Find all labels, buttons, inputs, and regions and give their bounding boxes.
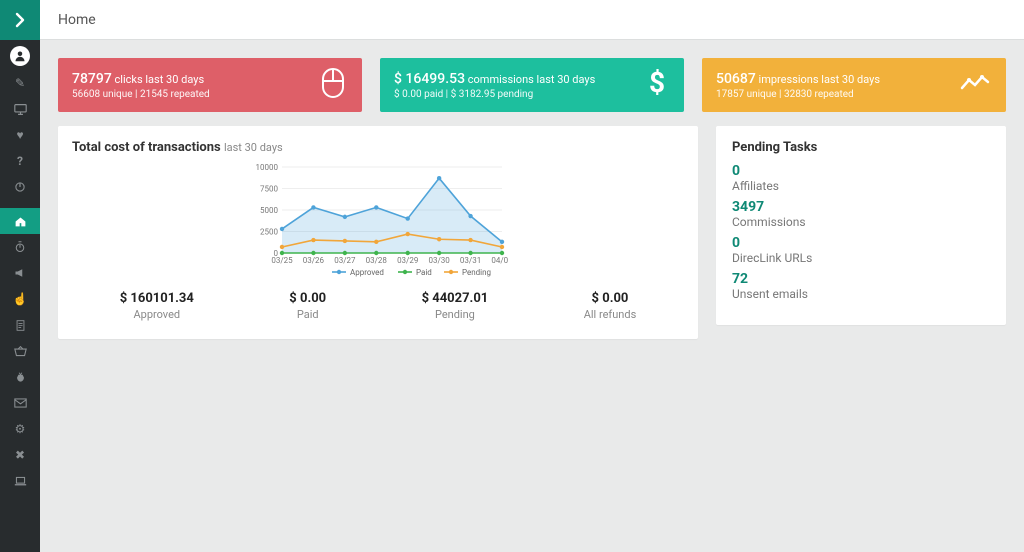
svg-text:03/30: 03/30 xyxy=(428,256,450,265)
bullhorn-icon xyxy=(14,267,26,279)
chart-area: 02500500075001000003/2503/2603/2703/2803… xyxy=(72,161,684,281)
total-refunds: $ 0.00 All refunds xyxy=(584,291,637,321)
chart-panel: Total cost of transactions last 30 days … xyxy=(58,126,698,339)
nav-moneybag[interactable] xyxy=(0,364,40,390)
transactions-chart: 02500500075001000003/2503/2603/2703/2803… xyxy=(248,161,508,281)
receipt-icon xyxy=(15,319,26,332)
nav-basket[interactable] xyxy=(0,338,40,364)
svg-text:03/29: 03/29 xyxy=(397,256,418,265)
svg-text:Approved: Approved xyxy=(350,268,384,277)
svg-text:Pending: Pending xyxy=(462,268,491,277)
moneybag-icon xyxy=(15,371,26,384)
panels-row: Total cost of transactions last 30 days … xyxy=(58,126,1006,339)
nav-tools[interactable]: ✖ xyxy=(0,442,40,468)
total-pending: $ 44027.01 Pending xyxy=(422,291,489,321)
task-affiliates[interactable]: 0 Affiliates xyxy=(732,163,990,193)
stat-impressions-line1: 50687 impressions last 30 days xyxy=(716,71,992,87)
stat-card-impressions[interactable]: 50687 impressions last 30 days 17857 uni… xyxy=(702,58,1006,112)
svg-text:03/31: 03/31 xyxy=(460,256,481,265)
total-approved: $ 160101.34 Approved xyxy=(120,291,194,321)
stat-clicks-line2: 56608 unique | 21545 repeated xyxy=(72,89,348,100)
topbar: Home xyxy=(40,0,1024,40)
svg-text:03/25: 03/25 xyxy=(271,256,293,265)
stat-card-clicks[interactable]: 78797 clicks last 30 days 56608 unique |… xyxy=(58,58,362,112)
nav-question[interactable]: ? xyxy=(0,148,40,174)
svg-text:03/27: 03/27 xyxy=(334,256,356,265)
tasks-panel: Pending Tasks 0 Affiliates 3497 Commissi… xyxy=(716,126,1006,325)
pencil-icon: ✎ xyxy=(15,76,25,90)
svg-text:$: $ xyxy=(649,68,665,98)
trend-icon xyxy=(960,74,990,96)
tools-icon: ✖ xyxy=(15,448,25,462)
svg-text:Paid: Paid xyxy=(416,268,432,277)
main-content: 78797 clicks last 30 days 56608 unique |… xyxy=(40,40,1024,552)
stat-card-commissions[interactable]: $ 16499.53 commissions last 30 days $ 0.… xyxy=(380,58,684,112)
svg-text:7500: 7500 xyxy=(260,185,278,194)
hand-pointer-icon: ☝ xyxy=(13,292,28,306)
svg-text:2500: 2500 xyxy=(260,228,278,237)
mouse-icon xyxy=(320,67,346,103)
stat-commissions-line2: $ 0.00 paid | $ 3182.95 pending xyxy=(394,89,670,100)
svg-text:10000: 10000 xyxy=(256,163,279,172)
task-commissions[interactable]: 3497 Commissions xyxy=(732,199,990,229)
app-logo[interactable] xyxy=(0,0,40,40)
svg-text:03/28: 03/28 xyxy=(366,256,388,265)
nav-bullhorn[interactable] xyxy=(0,260,40,286)
nav-envelope[interactable] xyxy=(0,390,40,416)
chart-title: Total cost of transactions last 30 days xyxy=(72,140,684,155)
stat-impressions-line2: 17857 unique | 32830 repeated xyxy=(716,89,992,100)
nav-home[interactable] xyxy=(0,208,40,234)
dollar-icon: $ xyxy=(646,68,668,102)
nav-stopwatch[interactable] xyxy=(0,234,40,260)
power-icon xyxy=(14,181,26,193)
nav-laptop[interactable] xyxy=(0,468,40,494)
svg-text:03/26: 03/26 xyxy=(303,256,325,265)
gear-icon: ⚙ xyxy=(15,422,26,436)
nav-power[interactable] xyxy=(0,174,40,200)
heartbeat-icon: ♥ xyxy=(16,128,23,142)
task-direclink[interactable]: 0 DirecLink URLs xyxy=(732,235,990,265)
nav-hand[interactable]: ☝ xyxy=(0,286,40,312)
basket-icon xyxy=(14,346,27,357)
svg-text:04/01: 04/01 xyxy=(491,256,508,265)
avatar[interactable] xyxy=(0,42,40,70)
nav-monitor[interactable] xyxy=(0,96,40,122)
stat-cards-row: 78797 clicks last 30 days 56608 unique |… xyxy=(58,58,1006,112)
tasks-title: Pending Tasks xyxy=(732,140,990,155)
nav-gear[interactable]: ⚙ xyxy=(0,416,40,442)
nav-heartbeat[interactable]: ♥ xyxy=(0,122,40,148)
stat-clicks-line1: 78797 clicks last 30 days xyxy=(72,71,348,87)
nav-pencil[interactable]: ✎ xyxy=(0,70,40,96)
stat-commissions-line1: $ 16499.53 commissions last 30 days xyxy=(394,71,670,87)
task-emails[interactable]: 72 Unsent emails xyxy=(732,271,990,301)
question-icon: ? xyxy=(17,154,23,168)
total-paid: $ 0.00 Paid xyxy=(289,291,326,321)
stopwatch-icon xyxy=(14,241,26,253)
monitor-icon xyxy=(14,103,27,116)
envelope-icon xyxy=(14,398,27,408)
sidebar: ✎ ♥ ? ☝ ⚙ ✖ xyxy=(0,0,40,552)
nav-receipt[interactable] xyxy=(0,312,40,338)
svg-text:5000: 5000 xyxy=(260,206,278,215)
chart-totals: $ 160101.34 Approved $ 0.00 Paid $ 44027… xyxy=(72,291,684,321)
home-icon xyxy=(14,215,27,228)
laptop-icon xyxy=(14,476,27,487)
page-title: Home xyxy=(58,12,96,28)
